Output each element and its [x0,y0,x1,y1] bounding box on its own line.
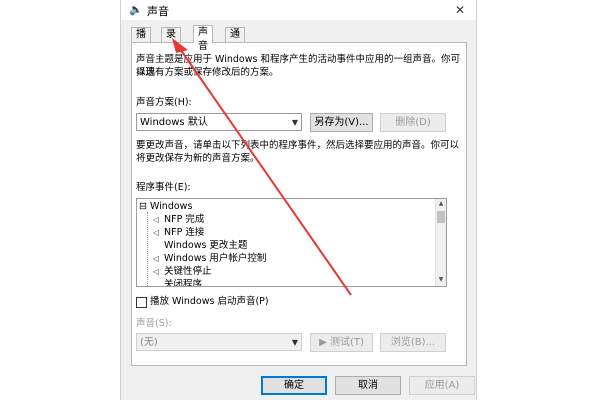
scheme-dropdown-value: Windows 默认 [140,117,208,128]
startup-sound-checkbox[interactable] [136,297,147,308]
cancel-button[interactable]: 取消 [335,376,401,395]
sounds-dropdown[interactable]: (无) ▼ [136,333,302,351]
ok-button[interactable]: 确定 [261,376,327,395]
tab-sounds[interactable]: 声音 [193,25,213,52]
event-item[interactable]: ◁ 关键性停止 [153,265,212,278]
chevron-down-icon: ▼ [291,338,298,347]
sounds-label: 声音(S): [136,318,172,329]
tab-recording[interactable]: 录制 [161,27,181,54]
event-item[interactable]: ◁ NFP 完成 [153,213,204,226]
tree-node-icon: ⊟ [139,201,150,212]
save-as-button[interactable]: 另存为(V)... [310,113,373,132]
tab-playback[interactable]: 播放 [131,27,151,54]
dialog-footer: 确定 取消 应用(A) [121,366,476,400]
close-button[interactable]: ✕ [450,1,470,19]
change-text-line2: 将更改保存为新的声音方案。 [136,153,260,164]
program-events-list[interactable]: ⊟ Windows ◁ NFP 完成 ◁ NFP 连接 Windows 更改主题 ◁… [136,198,447,287]
events-scrollbar[interactable]: ▲ ▼ [435,199,446,286]
sounds-tab-panel: 声音主题是应用于 Windows 和程序产生的活动事件中应用的一组声音。你可以选… [131,42,467,366]
startup-sound-label: 播放 Windows 启动声音(P) [150,296,269,307]
apply-button[interactable]: 应用(A) [409,376,475,395]
event-item[interactable]: Windows 更改主题 [164,239,247,252]
scroll-up-icon[interactable]: ▲ [437,200,445,208]
speaker-icon: ◁ [153,215,160,224]
chevron-down-icon: ▼ [291,118,298,127]
scroll-down-icon[interactable]: ▼ [437,276,445,284]
speaker-icon: ◁ [153,228,160,237]
event-item[interactable]: ◁ NFP 连接 [153,226,204,239]
tab-communications[interactable]: 通信 [225,27,245,54]
sounds-dropdown-value: (无) [140,337,158,348]
scroll-thumb[interactable] [437,211,445,223]
events-label: 程序事件(E): [136,182,191,193]
speaker-icon: ◁ [153,254,160,263]
scheme-dropdown[interactable]: Windows 默认 ▼ [136,113,302,131]
browse-button[interactable]: 浏览(B)... [380,333,446,352]
sound-dialog: 🔈 声音 ✕ 播放 录制 声音 通信 声音主题是应用于 Windows 和程序产… [120,0,477,400]
change-text-line1: 要更改声音，请单击以下列表中的程序事件，然后选择要应用的声音。你可以 [136,140,460,151]
window-title: 声音 [147,5,169,18]
event-item[interactable]: 关闭程序 [164,278,202,286]
event-item-windows[interactable]: ⊟ Windows [139,200,192,213]
tree-connector [147,212,148,286]
delete-button[interactable]: 删除(D) [380,113,446,132]
speaker-icon: 🔈 [129,3,143,16]
speaker-icon: ◁ [153,267,160,276]
intro-text-line2: 择现有方案或保存修改后的方案。 [136,67,279,78]
scheme-label: 声音方案(H): [136,97,192,108]
test-button[interactable]: ▶ 测试(T) [310,333,373,352]
event-item[interactable]: ◁ Windows 用户帐户控制 [153,252,266,265]
title-bar: 🔈 声音 ✕ [121,0,476,20]
